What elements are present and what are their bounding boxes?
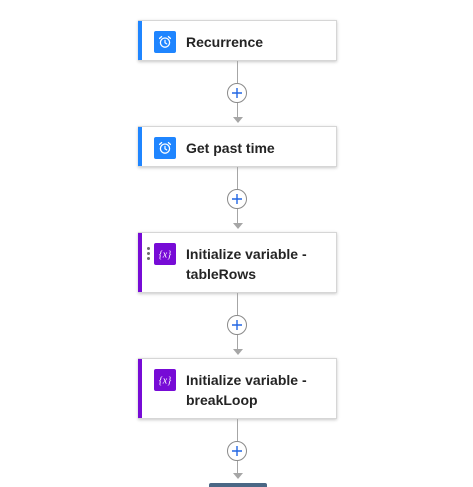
action-card-initialize-variable-tablerows[interactable]: {x} Initialize variable - tableRows bbox=[138, 232, 337, 293]
action-card-initialize-variable-breakloop[interactable]: {x} Initialize variable - breakLoop bbox=[138, 358, 337, 419]
connector-line bbox=[237, 335, 238, 349]
connector-line bbox=[237, 103, 238, 117]
arrow-down-icon bbox=[233, 117, 243, 123]
connector-line bbox=[237, 461, 238, 473]
plus-icon bbox=[232, 320, 242, 330]
card-accent bbox=[138, 127, 142, 166]
action-title: Initialize variable - tableRows bbox=[186, 246, 307, 282]
next-action-card-edge[interactable] bbox=[209, 483, 267, 487]
card-accent bbox=[138, 21, 142, 60]
plus-icon bbox=[232, 446, 242, 456]
card-accent bbox=[138, 359, 142, 418]
variable-icon: {x} bbox=[154, 243, 176, 265]
action-card-recurrence[interactable]: Recurrence bbox=[138, 20, 337, 61]
alarm-clock-icon bbox=[154, 137, 176, 159]
card-accent bbox=[138, 233, 142, 292]
action-card-get-past-time[interactable]: Get past time bbox=[138, 126, 337, 167]
connector-line bbox=[237, 293, 238, 315]
action-title: Initialize variable - breakLoop bbox=[186, 372, 307, 408]
arrow-down-icon bbox=[233, 473, 243, 479]
plus-icon bbox=[232, 88, 242, 98]
svg-text:{x}: {x} bbox=[159, 376, 171, 387]
connector-line bbox=[237, 419, 238, 441]
insert-step-button[interactable] bbox=[227, 441, 247, 461]
connector-line bbox=[237, 61, 238, 83]
action-title: Get past time bbox=[186, 140, 275, 156]
variable-icon: {x} bbox=[154, 369, 176, 391]
plus-icon bbox=[232, 194, 242, 204]
svg-text:{x}: {x} bbox=[159, 250, 171, 261]
alarm-clock-icon bbox=[154, 31, 176, 53]
arrow-down-icon bbox=[233, 349, 243, 355]
connector-line bbox=[237, 209, 238, 223]
drag-handle-icon[interactable] bbox=[147, 247, 150, 261]
insert-step-button[interactable] bbox=[227, 315, 247, 335]
flow-designer-canvas: { "colors": { "schedule_accent": "#1f85f… bbox=[0, 0, 473, 487]
connector-line bbox=[237, 167, 238, 189]
insert-step-button[interactable] bbox=[227, 189, 247, 209]
action-title: Recurrence bbox=[186, 34, 264, 50]
arrow-down-icon bbox=[233, 223, 243, 229]
insert-step-button[interactable] bbox=[227, 83, 247, 103]
